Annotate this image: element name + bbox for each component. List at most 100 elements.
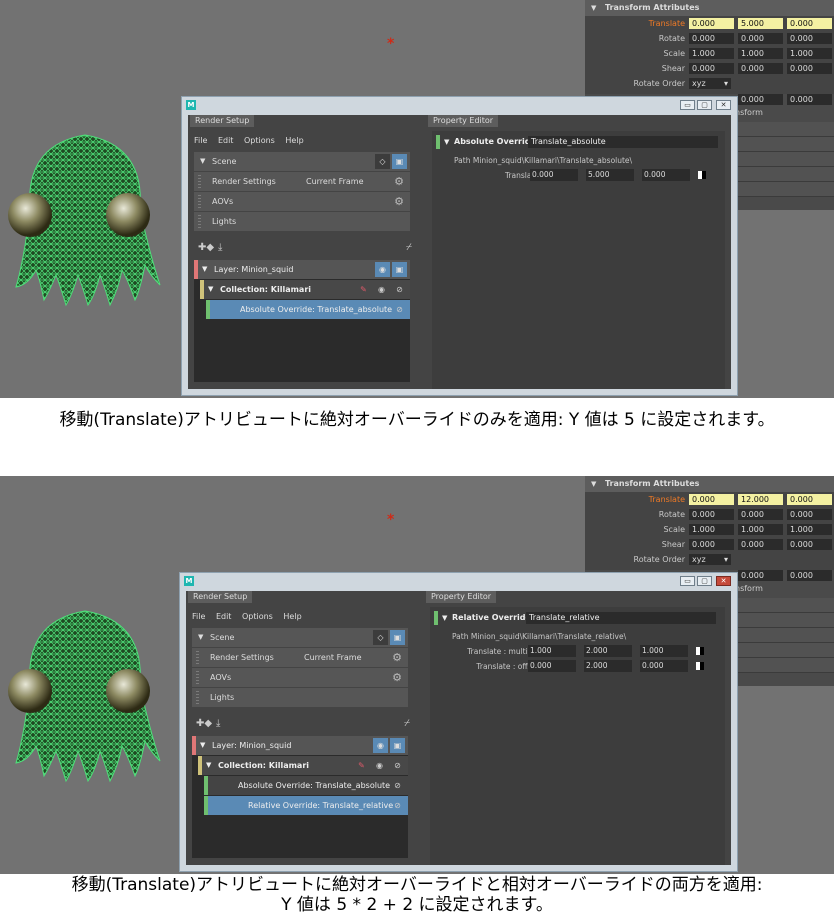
translate-y-field[interactable]: 12.000	[738, 494, 783, 505]
scene-item[interactable]: ▼ Scene ◇ ▣	[194, 152, 410, 171]
transform-attributes-header[interactable]: ▼ Transform Attributes	[585, 476, 834, 492]
collapse-triangle-icon[interactable]: ▼	[200, 152, 205, 171]
tab-property-editor[interactable]: Property Editor	[428, 115, 499, 127]
prop-x-field[interactable]: 0.000	[530, 169, 578, 181]
collapse-triangle-icon[interactable]: ▼	[208, 280, 213, 299]
window-titlebar[interactable]: M ▭ ▢ ✕	[180, 573, 737, 590]
tab-render-setup[interactable]: Render Setup	[188, 591, 253, 603]
scale-z-field[interactable]: 1.000	[787, 48, 832, 59]
gear-icon[interactable]: ⚙	[394, 172, 404, 191]
tab-property-editor[interactable]: Property Editor	[426, 591, 497, 603]
rotate-z-field[interactable]: 0.000	[787, 509, 832, 520]
aovs-item[interactable]: AOVs ⚙	[192, 668, 408, 687]
prop-x-field[interactable]: 1.000	[528, 645, 576, 657]
partial-field[interactable]: 0.000	[738, 570, 783, 581]
collapse-triangle-icon[interactable]: ▼	[202, 260, 207, 279]
render-icon[interactable]: ▣	[392, 154, 407, 169]
isolate-icon[interactable]: ✎	[357, 283, 370, 296]
rotate-order-dropdown[interactable]: xyz ▾	[689, 78, 731, 89]
translate-y-field[interactable]: 5.000	[738, 18, 783, 29]
close-icon[interactable]: ✕	[716, 576, 731, 586]
menu-edit[interactable]: Edit	[216, 612, 232, 621]
menu-help[interactable]: Help	[285, 136, 303, 145]
render-icon[interactable]: ▣	[390, 630, 405, 645]
collapse-triangle-icon[interactable]: ▼	[444, 135, 449, 149]
prop-z-field[interactable]: 0.000	[640, 660, 688, 672]
render-icon[interactable]: ▣	[392, 262, 407, 277]
tree-import-icon[interactable]: ⤓	[216, 718, 220, 729]
creature-mesh[interactable]	[0, 115, 170, 315]
menu-options[interactable]: Options	[244, 136, 275, 145]
menu-edit[interactable]: Edit	[218, 136, 234, 145]
disable-icon[interactable]: ⊘	[391, 799, 404, 812]
prop-x-field[interactable]: 0.000	[528, 660, 576, 672]
rotate-x-field[interactable]: 0.000	[689, 33, 734, 44]
shear-x-field[interactable]: 0.000	[689, 63, 734, 74]
translate-x-field[interactable]: 0.000	[689, 494, 734, 505]
override-node-absolute[interactable]: Absolute Override: Translate_absolute ⊘	[206, 300, 410, 319]
menu-file[interactable]: File	[194, 136, 207, 145]
shear-z-field[interactable]: 0.000	[787, 539, 832, 550]
tab-render-setup[interactable]: Render Setup	[190, 115, 255, 127]
eye-icon[interactable]: ◉	[373, 738, 388, 753]
tree-add-icon[interactable]: ✚◆	[198, 242, 214, 253]
shear-y-field[interactable]: 0.000	[738, 539, 783, 550]
collection-node[interactable]: ▼ Collection: Killamari ✎ ◉ ⊘	[198, 756, 408, 775]
broom-icon[interactable]: ⌿	[406, 242, 412, 253]
gear-icon[interactable]: ⚙	[392, 668, 402, 687]
rotate-order-dropdown[interactable]: xyz ▾	[689, 554, 731, 565]
shear-y-field[interactable]: 0.000	[738, 63, 783, 74]
drag-handle[interactable]	[198, 195, 201, 208]
prop-z-field[interactable]: 1.000	[640, 645, 688, 657]
menu-options[interactable]: Options	[242, 612, 273, 621]
override-name-field[interactable]: Translate_absolute	[528, 136, 718, 148]
transform-attributes-header[interactable]: ▼ Transform Attributes	[585, 0, 834, 16]
collapse-triangle-icon[interactable]: ▼	[591, 476, 596, 492]
drag-handle[interactable]	[196, 651, 199, 664]
eye-icon[interactable]: ◇	[373, 630, 388, 645]
disable-icon[interactable]: ⊘	[393, 303, 406, 316]
window-titlebar[interactable]: M ▭ ▢ ✕	[182, 97, 737, 114]
lights-item[interactable]: Lights	[194, 212, 410, 231]
minimize-icon[interactable]: ▭	[680, 576, 695, 586]
collapse-triangle-icon[interactable]: ▼	[442, 611, 447, 625]
partial-field[interactable]: 0.000	[787, 94, 832, 105]
isolate-icon[interactable]: ✎	[355, 759, 368, 772]
shear-z-field[interactable]: 0.000	[787, 63, 832, 74]
prop-y-field[interactable]: 5.000	[586, 169, 634, 181]
aovs-item[interactable]: AOVs ⚙	[194, 192, 410, 211]
override-name-field[interactable]: Translate_relative	[526, 612, 716, 624]
keyable-toggle-icon[interactable]	[696, 662, 704, 670]
eye-icon[interactable]: ◉	[375, 262, 390, 277]
collapse-triangle-icon[interactable]: ▼	[198, 628, 203, 647]
tree-add-icon[interactable]: ✚◆	[196, 718, 212, 729]
disable-icon[interactable]: ⊘	[391, 779, 404, 792]
keyable-toggle-icon[interactable]	[696, 647, 704, 655]
render-icon[interactable]: ▣	[390, 738, 405, 753]
collection-node[interactable]: ▼ Collection: Killamari ✎ ◉ ⊘	[200, 280, 410, 299]
render-setup-window[interactable]: M ▭ ▢ ✕ Render Setup File Edit Options H…	[181, 96, 738, 396]
collapse-triangle-icon[interactable]: ▼	[200, 736, 205, 755]
collapse-triangle-icon[interactable]: ▼	[206, 756, 211, 775]
drag-handle[interactable]	[198, 175, 201, 188]
partial-field[interactable]: 0.000	[787, 570, 832, 581]
drag-handle[interactable]	[196, 691, 199, 704]
layer-node[interactable]: ▼ Layer: Minion_squid ◉ ▣	[194, 260, 410, 279]
translate-x-field[interactable]: 0.000	[689, 18, 734, 29]
prop-z-field[interactable]: 0.000	[642, 169, 690, 181]
creature-mesh[interactable]	[0, 591, 170, 791]
gear-icon[interactable]: ⚙	[394, 192, 404, 211]
close-icon[interactable]: ✕	[716, 100, 731, 110]
eye-icon[interactable]: ◇	[375, 154, 390, 169]
override-node-absolute[interactable]: Absolute Override: Translate_absolute ⊘	[204, 776, 408, 795]
maximize-icon[interactable]: ▢	[697, 100, 712, 110]
rotate-y-field[interactable]: 0.000	[738, 33, 783, 44]
rotate-z-field[interactable]: 0.000	[787, 33, 832, 44]
menu-help[interactable]: Help	[283, 612, 301, 621]
drag-handle[interactable]	[196, 671, 199, 684]
disable-icon[interactable]: ⊘	[393, 283, 406, 296]
prop-y-field[interactable]: 2.000	[584, 660, 632, 672]
rotate-y-field[interactable]: 0.000	[738, 509, 783, 520]
partial-field[interactable]: 0.000	[738, 94, 783, 105]
drag-handle[interactable]	[198, 215, 201, 228]
